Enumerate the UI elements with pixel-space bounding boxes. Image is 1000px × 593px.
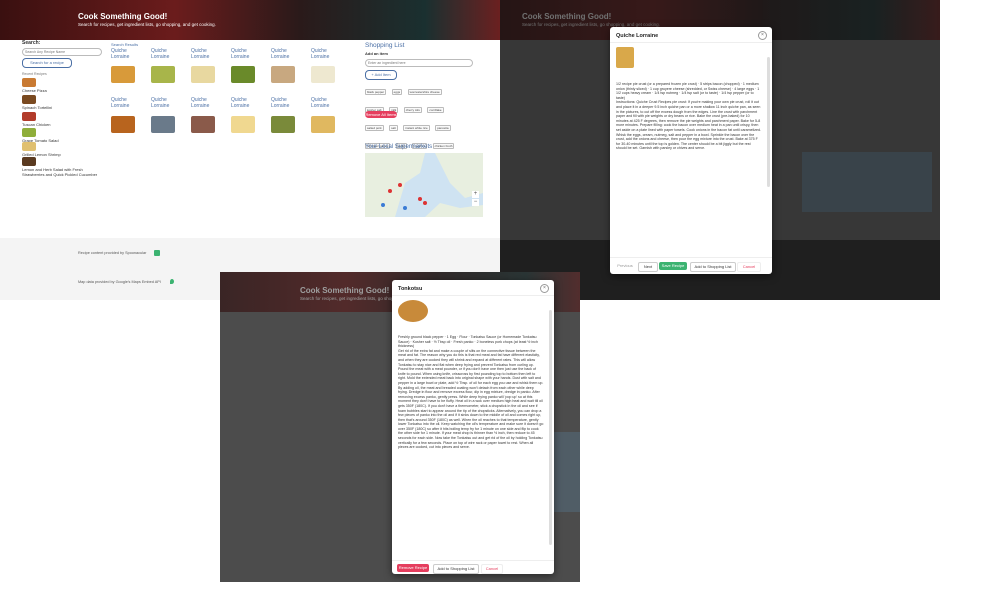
modal-scrollbar[interactable] xyxy=(767,57,770,187)
result-title[interactable]: Quiche Lorraine xyxy=(311,48,339,60)
modal-divider xyxy=(392,295,554,296)
shopping-chip[interactable]: worcestershire cheese xyxy=(407,89,442,95)
search-button[interactable]: Search for a recipe xyxy=(22,58,72,68)
history-thumb[interactable] xyxy=(22,78,36,87)
modal-divider xyxy=(610,42,772,43)
history-item[interactable]: Lemon and Herb Salad with Fresh Strawber… xyxy=(22,167,100,177)
history-thumb[interactable] xyxy=(22,157,36,166)
recipe-instructions: Get rid of the extra fat and make a coup… xyxy=(398,348,544,450)
modal-title: Tonkotsu xyxy=(398,286,423,292)
remove-all-button[interactable]: Remove All Items xyxy=(365,111,397,118)
history-item[interactable]: Spinach Tortellini xyxy=(22,105,52,110)
shopping-chip[interactable]: black pepper xyxy=(365,89,387,95)
history-thumb[interactable] xyxy=(22,95,36,104)
shopping-chip[interactable]: chicken broth xyxy=(432,143,455,149)
cancel-button[interactable]: Cancel xyxy=(737,262,761,272)
recipe-modal: Tonkotsu × Freshly ground black pepper ·… xyxy=(392,280,554,574)
add-to-shopping-list-button[interactable]: Add to Shopping List xyxy=(433,564,479,574)
result-image[interactable] xyxy=(271,116,295,133)
result-title[interactable]: Quiche Lorraine xyxy=(191,97,219,109)
shopping-chip[interactable]: instant white rice xyxy=(403,125,430,131)
remove-recipe-button[interactable]: Remove Recipe xyxy=(397,564,429,572)
ingredient-input[interactable] xyxy=(365,59,473,67)
result-image[interactable] xyxy=(151,116,175,133)
ingredient-list: Freshly ground black pepper · 1 Egg · Fl… xyxy=(398,335,538,349)
shopping-chip[interactable]: cornflake xyxy=(427,107,444,113)
ingredient-list: 1/2 recipe pie crust (or a prepared froz… xyxy=(616,82,760,100)
modal-scrollbar[interactable] xyxy=(549,310,552,545)
result-title[interactable]: Quiche Lorraine xyxy=(231,97,259,109)
result-image[interactable] xyxy=(311,66,335,83)
result-image[interactable] xyxy=(231,66,255,83)
supermarket-map[interactable]: + − xyxy=(365,153,483,217)
result-title[interactable]: Quiche Lorraine xyxy=(271,97,299,109)
previous-button[interactable]: Previous xyxy=(614,262,636,270)
result-title[interactable]: Quiche Lorraine xyxy=(191,48,219,60)
search-label: Search: xyxy=(22,40,41,46)
shopping-list-title: Shopping List xyxy=(365,42,405,49)
recipe-image xyxy=(616,47,634,68)
modal-title: Quiche Lorraine xyxy=(616,33,659,39)
shopping-chip[interactable]: salted pork xyxy=(365,125,384,131)
result-title[interactable]: Quiche Lorraine xyxy=(151,97,179,109)
modal-footer-divider xyxy=(610,257,772,258)
zoom-in-button[interactable]: + xyxy=(472,191,479,198)
supermarkets-title: Your Local Supermarkets xyxy=(365,144,433,150)
history-item[interactable]: Cheese Pizza xyxy=(22,88,47,93)
save-recipe-button[interactable]: Save Recipe xyxy=(659,262,687,270)
result-image[interactable] xyxy=(191,116,215,133)
history-thumb[interactable] xyxy=(22,128,36,137)
shopping-chip[interactable]: eggs xyxy=(391,89,403,95)
history-thumb[interactable] xyxy=(22,112,36,121)
add-to-shopping-list-button[interactable]: Add to Shopping List xyxy=(690,262,736,272)
app-subtitle: Search for recipes, get ingredient lists… xyxy=(78,22,216,27)
result-title[interactable]: Quiche Lorraine xyxy=(231,48,259,60)
cancel-button[interactable]: Cancel xyxy=(481,564,503,574)
app-title: Cook Something Good! xyxy=(78,12,168,21)
tonkotsu-modal-screenshot: Cook Something Good! Search for recipes,… xyxy=(220,272,580,582)
quiche-modal-screenshot: Cook Something Good! Search for recipes,… xyxy=(500,0,940,300)
result-image[interactable] xyxy=(231,116,255,133)
result-title[interactable]: Quiche Lorraine xyxy=(271,48,299,60)
next-button[interactable]: Next xyxy=(638,262,658,272)
shopping-chip[interactable]: salt xyxy=(389,125,398,131)
recipe-image xyxy=(398,300,428,322)
app-title-dimmed: Cook Something Good! xyxy=(300,286,390,295)
history-item[interactable]: Tuscan Chicken xyxy=(22,122,51,127)
history-thumb[interactable] xyxy=(22,142,36,151)
result-image[interactable] xyxy=(271,66,295,83)
history-label: Recent Recipes xyxy=(22,72,47,76)
modal-footer-divider xyxy=(392,560,554,561)
recipe-modal: Quiche Lorraine × 1/2 recipe pie crust (… xyxy=(610,27,772,274)
search-input[interactable] xyxy=(22,48,102,56)
result-title[interactable]: Quiche Lorraine xyxy=(111,97,139,109)
close-icon[interactable]: × xyxy=(758,31,767,40)
map-graphic xyxy=(365,153,483,217)
map-credit[interactable]: Map data provided by Google's Maps Embed… xyxy=(78,280,161,284)
result-image[interactable] xyxy=(311,116,335,133)
close-icon[interactable]: × xyxy=(540,284,549,293)
result-image[interactable] xyxy=(111,116,135,133)
result-title[interactable]: Quiche Lorraine xyxy=(151,48,179,60)
main-page-screenshot: Cook Something Good! Search for recipes,… xyxy=(0,0,500,300)
recipe-details: Freshly ground black pepper · 1 Egg · Fl… xyxy=(398,335,544,557)
recipe-details: 1/2 recipe pie crust (or a prepared froz… xyxy=(616,82,762,252)
shopping-chip[interactable]: pancetta xyxy=(435,125,451,131)
result-image[interactable] xyxy=(111,66,135,83)
result-image[interactable] xyxy=(151,66,175,83)
result-image[interactable] xyxy=(191,66,215,83)
spoonacular-logo-icon xyxy=(154,250,160,256)
recipe-credit[interactable]: Recipe content provided by Spoonacular xyxy=(78,251,146,255)
results-label: Search Results xyxy=(111,42,139,47)
recipe-instructions: Instructions: Quiche Crust Recipes pie c… xyxy=(616,100,762,151)
map-pin-icon xyxy=(170,279,174,284)
result-title[interactable]: Quiche Lorraine xyxy=(311,97,339,109)
result-title[interactable]: Quiche Lorraine xyxy=(111,48,139,60)
hero-banner: Cook Something Good! Search for recipes,… xyxy=(0,0,500,40)
zoom-out-button[interactable]: − xyxy=(472,199,479,206)
shopping-chip[interactable]: cherry tofu xyxy=(403,107,422,113)
add-item-button[interactable]: + Add Item xyxy=(365,70,397,80)
shopping-add-label: Add an item xyxy=(365,51,388,56)
